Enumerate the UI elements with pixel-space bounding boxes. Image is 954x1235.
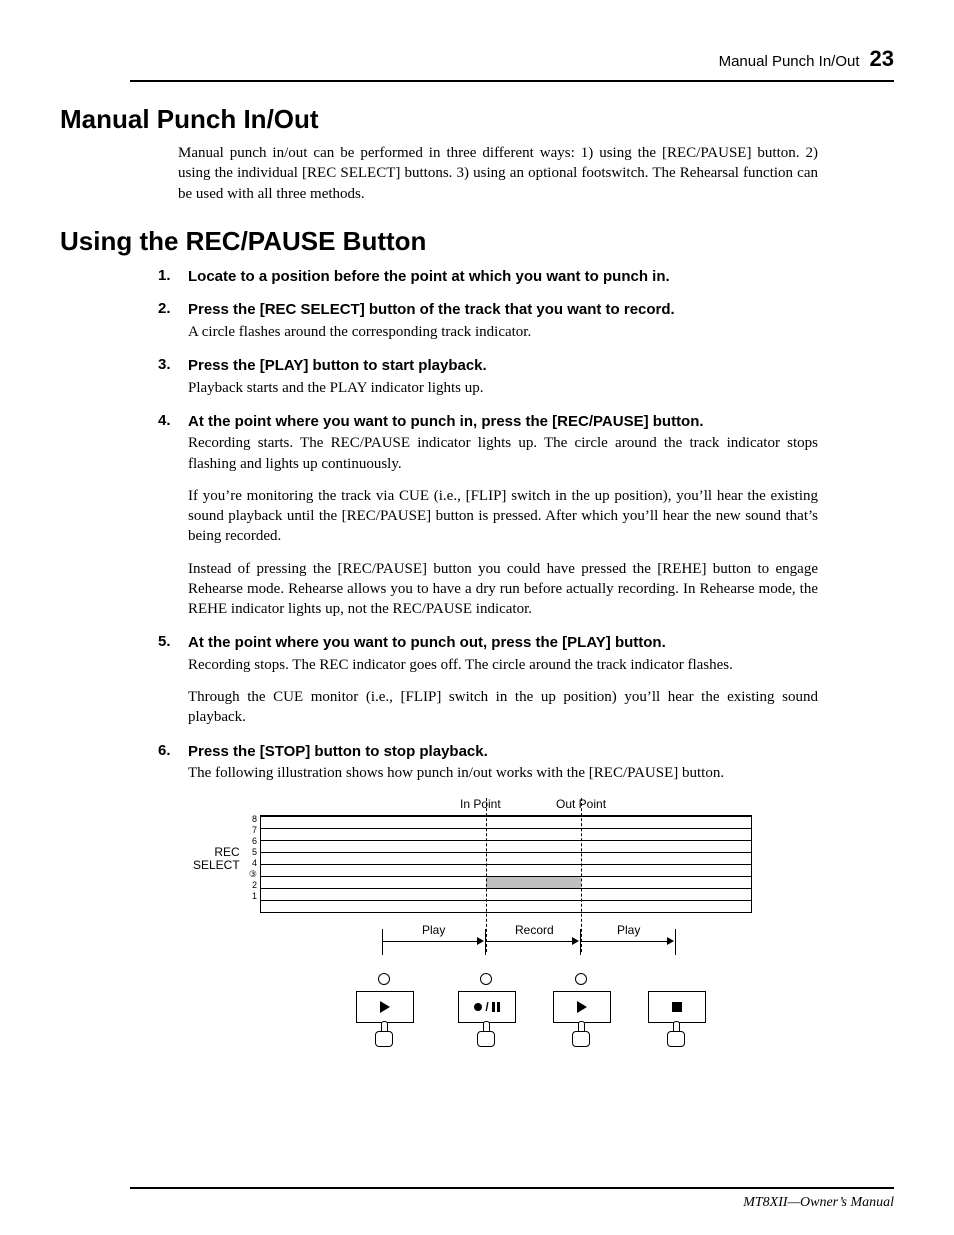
track-row	[261, 840, 751, 852]
in-point-label: In Point	[460, 797, 501, 811]
page: Manual Punch In/Out 23 Manual Punch In/O…	[0, 0, 954, 1235]
step-head: At the point where you want to punch out…	[188, 633, 818, 653]
step-5: At the point where you want to punch out…	[158, 633, 818, 727]
footer-text: MT8XII—Owner’s Manual	[743, 1195, 894, 1211]
hand-icon	[665, 1021, 687, 1047]
hand-icon	[373, 1021, 395, 1047]
stop-button	[648, 973, 704, 1047]
step-body: The following illustration shows how pun…	[188, 763, 818, 783]
transport-key	[648, 991, 706, 1023]
transport-key	[356, 991, 414, 1023]
play-icon	[380, 1001, 390, 1013]
play-icon	[577, 1001, 587, 1013]
play-button-2	[553, 973, 609, 1047]
track-row-selected	[261, 876, 751, 888]
step-head: Press the [REC SELECT] button of the tra…	[188, 300, 818, 320]
page-number: 23	[870, 46, 894, 72]
rec-select-label: RECSELECT	[193, 846, 240, 872]
rec-pause-button: /	[458, 973, 514, 1047]
play-button-1	[356, 973, 412, 1047]
transport-key	[553, 991, 611, 1023]
track-row	[261, 864, 751, 876]
track-row	[261, 900, 751, 912]
step-body: If you’re monitoring the track via CUE (…	[188, 486, 818, 547]
step-body: Playback starts and the PLAY indicator l…	[188, 378, 818, 398]
step-2: Press the [REC SELECT] button of the tra…	[158, 300, 818, 342]
transport-key: /	[458, 991, 516, 1023]
rec-pause-icon: /	[474, 1000, 499, 1014]
running-header: Manual Punch In/Out 23	[130, 46, 894, 82]
step-1: Locate to a position before the point at…	[158, 267, 818, 287]
indicator-icon	[378, 973, 390, 985]
figure-top-labels: In Point Out Point	[240, 797, 750, 815]
track-row	[261, 816, 751, 828]
step-3: Press the [PLAY] button to start playbac…	[158, 356, 818, 398]
stop-icon	[672, 1002, 682, 1012]
step-head: Press the [PLAY] button to start playbac…	[188, 356, 818, 376]
header-section: Manual Punch In/Out	[719, 53, 860, 70]
phase-label: Record	[515, 923, 554, 937]
indicator-icon	[480, 973, 492, 985]
figure-punch-diagram: In Point Out Point RECSELECT 8 7 6 5 4 ③…	[240, 797, 894, 1063]
step-body: Recording starts. The REC/PAUSE indicato…	[188, 433, 818, 474]
step-head: Press the [STOP] button to stop playback…	[188, 742, 818, 762]
intro-paragraph: Manual punch in/out can be performed in …	[178, 143, 818, 204]
steps-list: Locate to a position before the point at…	[158, 267, 818, 784]
hand-icon	[475, 1021, 497, 1047]
phase-label: Play	[422, 923, 445, 937]
indicator-icon	[575, 973, 587, 985]
track-row	[261, 828, 751, 840]
step-4: At the point where you want to punch in,…	[158, 412, 818, 620]
heading-2: Using the REC/PAUSE Button	[60, 226, 894, 257]
step-6: Press the [STOP] button to stop playback…	[158, 742, 818, 784]
button-row: /	[260, 973, 750, 1063]
track-row	[261, 888, 751, 900]
phase-bar: Play Record Play	[260, 919, 750, 955]
step-body: A circle flashes around the correspondin…	[188, 322, 818, 342]
step-body: Instead of pressing the [REC/PAUSE] butt…	[188, 559, 818, 620]
step-body: Recording stops. The REC indicator goes …	[188, 655, 818, 675]
step-head: Locate to a position before the point at…	[188, 267, 818, 287]
hand-icon	[570, 1021, 592, 1047]
step-body: Through the CUE monitor (i.e., [FLIP] sw…	[188, 687, 818, 728]
heading-1: Manual Punch In/Out	[60, 104, 894, 135]
footer-rule	[130, 1187, 894, 1189]
track-lanes: RECSELECT 8 7 6 5 4 ③ 2 1	[260, 815, 752, 913]
step-head: At the point where you want to punch in,…	[188, 412, 818, 432]
phase-label: Play	[617, 923, 640, 937]
track-numbers: 8 7 6 5 4 ③ 2 1	[247, 814, 257, 902]
track-row	[261, 852, 751, 864]
